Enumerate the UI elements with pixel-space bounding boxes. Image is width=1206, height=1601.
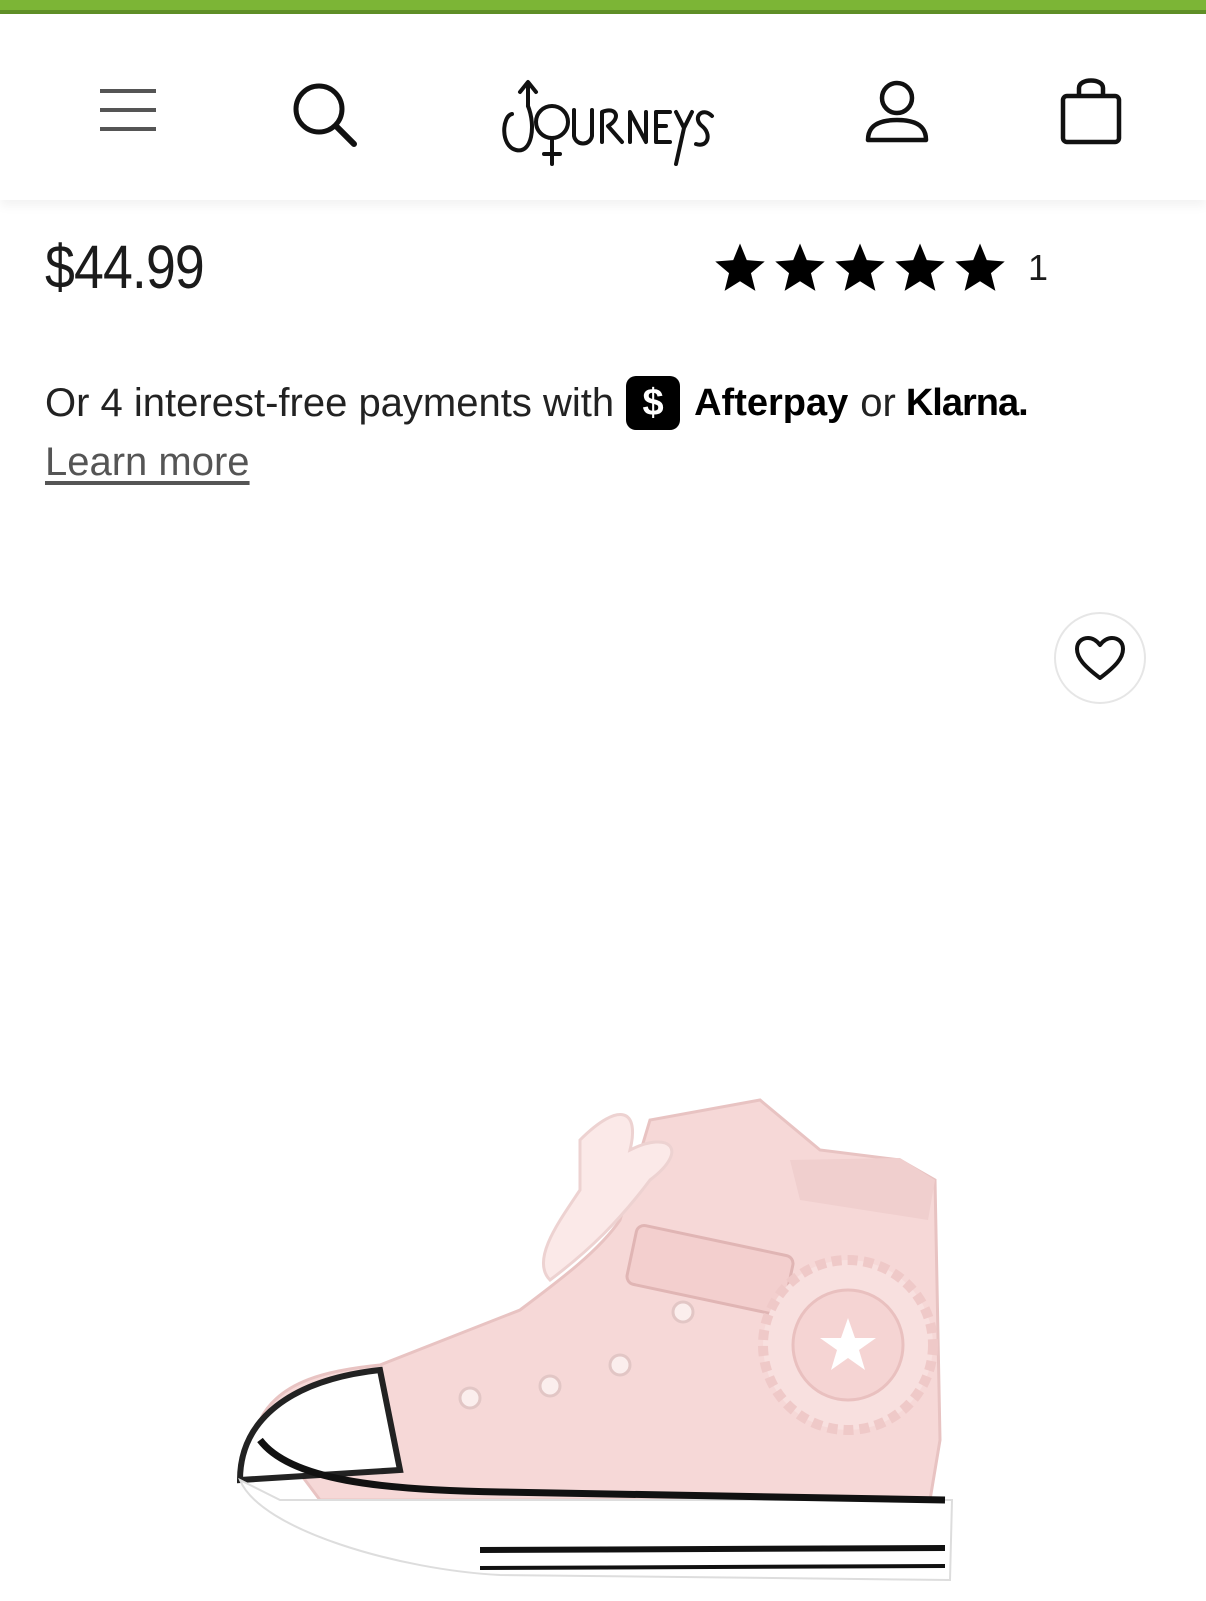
cashapp-glyph: $	[642, 381, 664, 424]
product-price: $44.99	[45, 233, 205, 301]
star-icon	[835, 243, 885, 291]
product-rating[interactable]: 1	[712, 240, 1048, 296]
site-header	[0, 14, 1206, 200]
payment-options: Or 4 interest-free payments with $ After…	[45, 376, 1029, 430]
top-accent-bar	[0, 0, 1206, 14]
star-rating	[712, 240, 1008, 296]
review-count: 1	[1028, 247, 1049, 288]
heart-icon	[1075, 636, 1125, 680]
journeys-logo-mark	[502, 80, 714, 166]
user-icon	[865, 80, 929, 143]
hamburger-menu-icon	[100, 89, 156, 131]
search-button[interactable]	[280, 70, 370, 160]
klarna-label: Klarna.	[905, 381, 1029, 424]
afterpay-label: Afterpay	[694, 381, 849, 424]
search-icon	[293, 83, 357, 147]
learn-more-link[interactable]: Learn more	[45, 440, 250, 485]
star-icon	[715, 243, 765, 291]
menu-button[interactable]	[88, 70, 168, 150]
star-icon	[895, 243, 945, 291]
star-icon	[775, 243, 825, 291]
cart-button[interactable]	[1046, 66, 1136, 156]
star-icon	[955, 243, 1005, 291]
sneaker-illustration	[236, 1098, 954, 1582]
payments-or: or	[860, 380, 896, 425]
journeys-logo[interactable]	[498, 56, 720, 178]
payments-text: Or 4 interest-free payments with	[45, 380, 615, 425]
product-image[interactable]	[200, 1080, 1000, 1601]
account-button[interactable]	[852, 66, 942, 156]
cashapp-icon: $	[626, 376, 681, 430]
shopping-bag-icon	[1060, 78, 1122, 145]
favorite-button[interactable]	[1054, 612, 1146, 704]
